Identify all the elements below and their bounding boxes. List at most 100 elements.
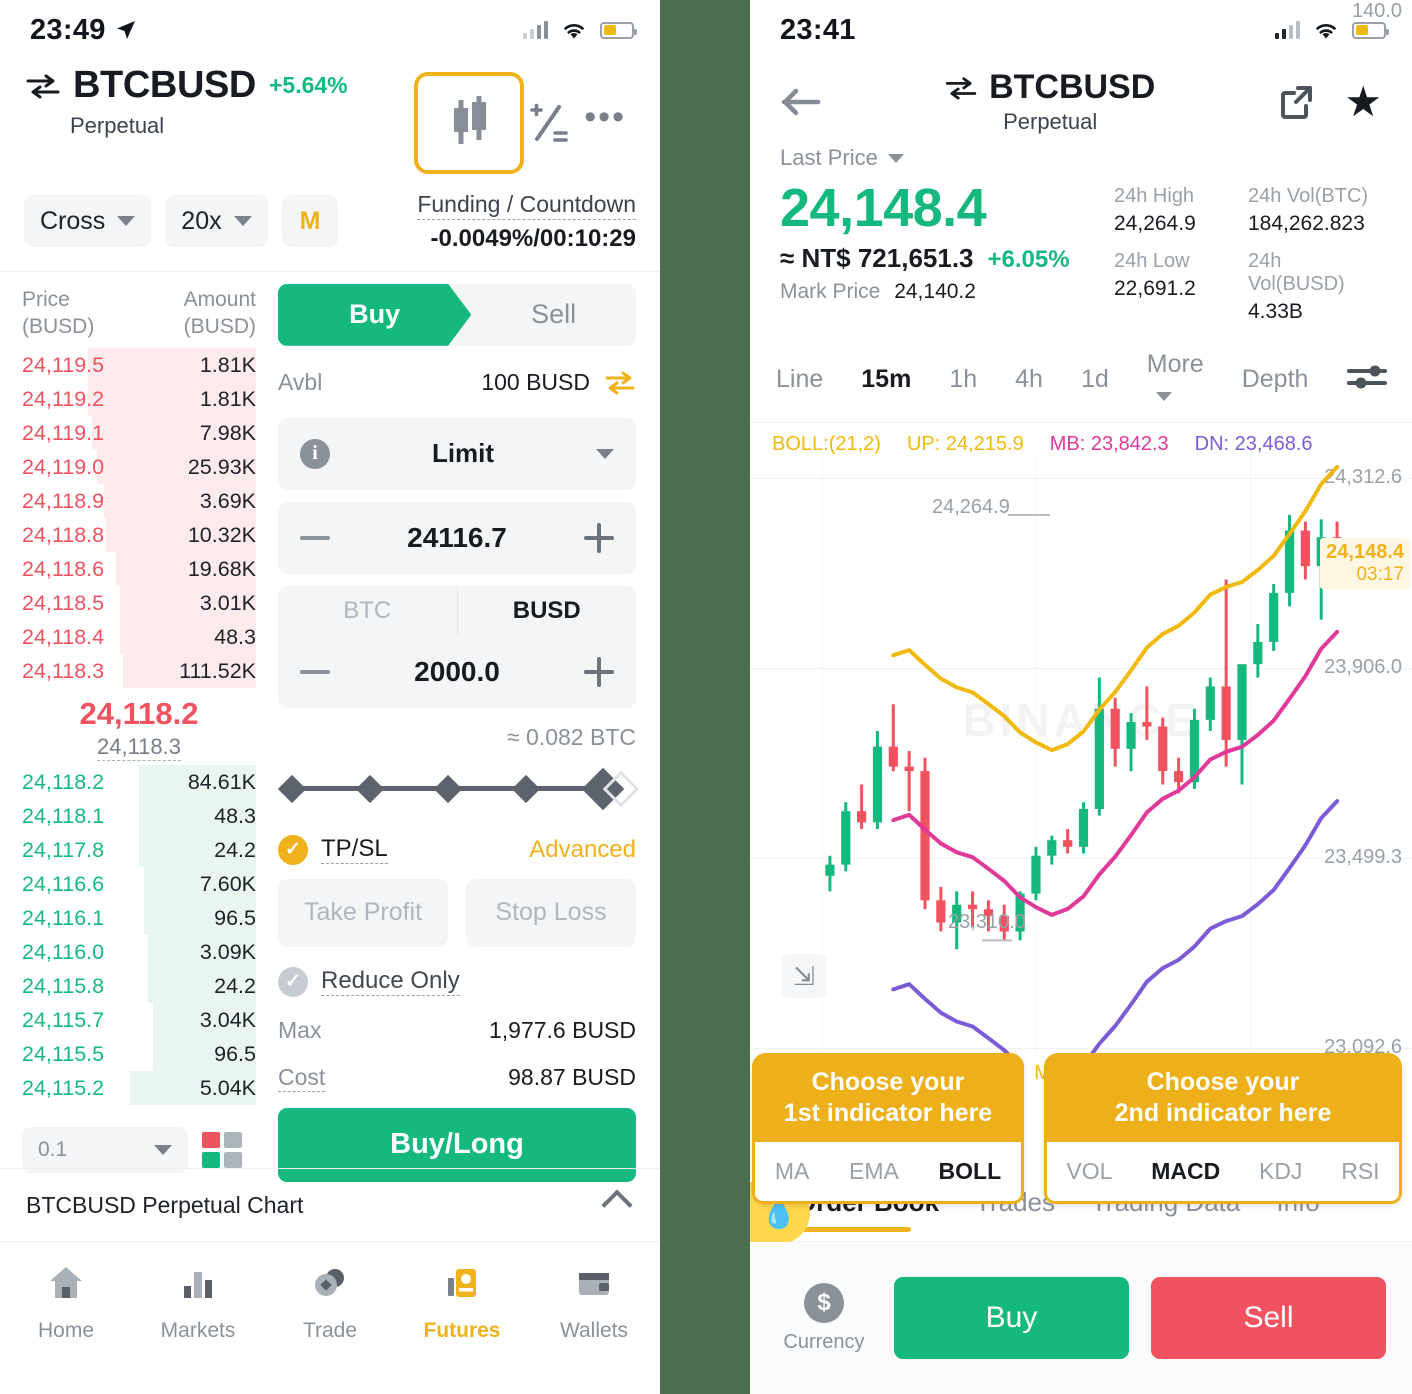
- order-book-row[interactable]: 24,116.1 96.5: [22, 901, 256, 936]
- pair-row[interactable]: BTCBUSD: [824, 68, 1276, 107]
- slider-tick-25[interactable]: [355, 774, 385, 803]
- buy-tab[interactable]: Buy: [278, 283, 472, 346]
- chart-expand-strip[interactable]: BTCBUSD Perpetual Chart: [0, 1168, 660, 1242]
- order-type-selector[interactable]: i Limit: [278, 417, 636, 490]
- timeframe-4h[interactable]: 4h: [1015, 365, 1043, 394]
- stop-loss-input[interactable]: Stop Loss: [466, 878, 636, 947]
- last-price-selector[interactable]: Last Price: [780, 145, 1114, 171]
- timeframe-15m[interactable]: 15m: [861, 365, 911, 394]
- order-book-row[interactable]: 24,118.2 84.61K: [22, 765, 256, 800]
- order-book-row[interactable]: 24,119.2 1.81K: [22, 382, 256, 417]
- chart-toggle-button[interactable]: [414, 72, 525, 174]
- tab-home[interactable]: Home: [0, 1264, 132, 1343]
- timeframe-depth[interactable]: Depth: [1242, 365, 1309, 394]
- calculator-icon[interactable]: [526, 98, 572, 148]
- col-price-label: Price: [22, 287, 70, 311]
- transfer-icon[interactable]: [604, 370, 636, 396]
- pair-row[interactable]: BTCBUSD +5.64%: [26, 64, 348, 107]
- take-profit-input[interactable]: Take Profit: [278, 878, 448, 947]
- row-price: 24,118.6: [22, 556, 105, 581]
- star-icon[interactable]: ★: [1344, 80, 1382, 123]
- header-title-block: BTCBUSD Perpetual: [824, 68, 1276, 135]
- order-book-row[interactable]: 24,119.5 1.81K: [22, 348, 256, 383]
- depth-layout-toggle[interactable]: [202, 1132, 242, 1169]
- order-book-row[interactable]: 24,115.2 5.04K: [22, 1071, 256, 1106]
- order-book-row[interactable]: 24,118.9 3.69K: [22, 484, 256, 519]
- order-book-row[interactable]: 24,118.6 19.68K: [22, 552, 256, 587]
- margin-mode-selector[interactable]: Cross: [24, 195, 152, 248]
- tab-wallets[interactable]: Wallets: [528, 1264, 660, 1343]
- order-book-row[interactable]: 24,115.8 24.2: [22, 969, 256, 1004]
- row-amount: 3.04K: [199, 1007, 256, 1032]
- price-input[interactable]: 24116.7: [407, 522, 507, 554]
- qty-decrement-button[interactable]: [300, 669, 330, 674]
- timeframe-1h[interactable]: 1h: [949, 365, 977, 394]
- buy-button[interactable]: Buy: [894, 1277, 1129, 1359]
- m-badge-button[interactable]: M: [281, 195, 339, 248]
- row-amount: 84.61K: [187, 769, 256, 794]
- indicator-option-rsi[interactable]: RSI: [1341, 1158, 1379, 1185]
- tab-trade[interactable]: Trade: [264, 1264, 396, 1343]
- order-book-row[interactable]: 24,118.4 48.3: [22, 620, 256, 655]
- more-options-icon[interactable]: •••: [574, 100, 634, 134]
- order-book-row[interactable]: 24,118.8 10.32K: [22, 518, 256, 553]
- tick-size-selector[interactable]: 0.1: [22, 1127, 188, 1174]
- order-book-row[interactable]: 24,118.5 3.01K: [22, 586, 256, 621]
- price-decrement-button[interactable]: [300, 535, 330, 540]
- slider-tick-75[interactable]: [511, 774, 541, 803]
- indicator-option-vol[interactable]: VOL: [1066, 1158, 1112, 1185]
- price-stepper[interactable]: 24116.7: [278, 501, 636, 574]
- timeframe-line[interactable]: Line: [776, 365, 823, 394]
- order-book-row[interactable]: 24,119.0 25.93K: [22, 450, 256, 485]
- order-book-row[interactable]: 24,118.1 48.3: [22, 799, 256, 834]
- candlestick-icon: [454, 96, 487, 144]
- indicator-option-ema[interactable]: EMA: [849, 1158, 899, 1185]
- order-book-row[interactable]: 24,117.8 24.2: [22, 833, 256, 868]
- order-book-row[interactable]: 24,115.7 3.04K: [22, 1003, 256, 1038]
- unit-toggle[interactable]: BTC BUSD: [278, 585, 636, 636]
- chevron-down-icon: [117, 216, 136, 227]
- price-increment-button[interactable]: [583, 522, 614, 553]
- unit-base-tab[interactable]: BTC: [278, 586, 457, 636]
- quantity-input[interactable]: 2000.0: [414, 656, 500, 688]
- leverage-selector[interactable]: 20x: [165, 195, 268, 248]
- indicator-option-ma[interactable]: MA: [775, 1158, 810, 1185]
- mark-price-line: Mark Price 24,140.2: [780, 280, 1114, 304]
- tpsl-label: TP/SL: [321, 835, 388, 865]
- indicator-option-kdj[interactable]: KDJ: [1259, 1158, 1302, 1185]
- slider-tick-50[interactable]: [433, 774, 463, 803]
- fullscreen-icon[interactable]: ⇲: [782, 954, 826, 998]
- order-book-row[interactable]: 24,119.1 7.98K: [22, 416, 256, 451]
- size-percent-slider[interactable]: [277, 767, 640, 810]
- status-left-group: 23:49: [30, 14, 138, 47]
- order-book-row[interactable]: 24,118.3 111.52K: [22, 654, 256, 689]
- reduce-only-toggle[interactable]: ✓ Reduce Only: [278, 966, 636, 997]
- indicator-option-macd[interactable]: MACD: [1151, 1158, 1220, 1185]
- sell-button[interactable]: Sell: [1151, 1277, 1386, 1359]
- info-icon[interactable]: i: [300, 438, 330, 469]
- slider-tick-0[interactable]: [277, 774, 307, 803]
- qty-increment-button[interactable]: [583, 656, 614, 687]
- tpsl-toggle[interactable]: ✓ TP/SL: [278, 834, 388, 865]
- pair-name: BTCBUSD: [989, 68, 1156, 106]
- order-book-row[interactable]: 24,115.5 96.5: [22, 1037, 256, 1072]
- currency-button[interactable]: $ Currency: [776, 1282, 872, 1354]
- tab-markets[interactable]: Markets: [132, 1264, 264, 1343]
- tab-futures[interactable]: Futures: [396, 1264, 528, 1343]
- order-book-row[interactable]: 24,116.0 3.09K: [22, 935, 256, 970]
- share-icon[interactable]: [1276, 82, 1316, 122]
- order-book-row[interactable]: 24,116.6 7.60K: [22, 867, 256, 902]
- unit-quote-tab[interactable]: BUSD: [456, 585, 636, 636]
- price-chart[interactable]: 24,312.6 23,906.0 23,499.3 23,092.6 BINA…: [750, 456, 1412, 1058]
- indicator-option-boll[interactable]: BOLL: [939, 1158, 1002, 1185]
- back-arrow-icon[interactable]: [780, 86, 824, 118]
- sell-tab[interactable]: Sell: [471, 284, 636, 346]
- chart-settings-icon[interactable]: [1346, 362, 1388, 397]
- quantity-stepper[interactable]: 2000.0: [278, 635, 636, 708]
- funding-countdown[interactable]: Funding / Countdown -0.0049%/00:10:29: [417, 190, 636, 253]
- advanced-link[interactable]: Advanced: [529, 836, 636, 864]
- timeframe-1d[interactable]: 1d: [1081, 365, 1109, 394]
- buy-sell-toggle[interactable]: Buy Sell: [278, 283, 636, 346]
- timeframe-more[interactable]: More: [1147, 350, 1204, 408]
- boll-dn-value: DN: 23,468.6: [1194, 433, 1313, 455]
